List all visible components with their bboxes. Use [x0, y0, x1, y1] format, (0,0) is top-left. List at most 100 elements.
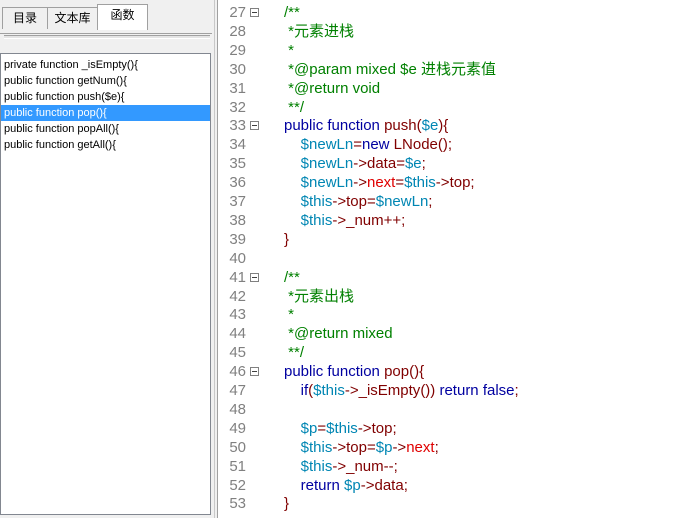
code-line[interactable]: 46 public function pop(){ — [218, 362, 696, 381]
function-list-item[interactable]: public function popAll(){ — [1, 121, 210, 137]
tab-directory[interactable]: 目录 — [2, 7, 48, 29]
code-line[interactable]: 47 if($this->_isEmpty()) return false; — [218, 381, 696, 400]
code-line[interactable]: 34 $newLn=new LNode(); — [218, 135, 696, 154]
code-text: *@return mixed — [284, 324, 392, 343]
code-line[interactable]: 27 /** — [218, 3, 696, 22]
code-text: $newLn->next=$this->top; — [284, 173, 475, 192]
panel-separator — [4, 35, 210, 39]
code-token: ++; — [383, 211, 406, 229]
fold-minus-icon[interactable] — [250, 8, 259, 17]
code-token: $newLn — [300, 174, 354, 192]
code-line[interactable]: 41 /** — [218, 268, 696, 287]
code-line[interactable]: 39} — [218, 230, 696, 249]
line-number: 51 — [229, 457, 246, 475]
code-token: ; — [392, 419, 397, 437]
code-line[interactable]: 29 * — [218, 41, 696, 60]
code-line[interactable]: 32 **/ — [218, 98, 696, 117]
code-text: return $p->data; — [284, 476, 408, 495]
code-line[interactable]: 44 *@return mixed — [218, 324, 696, 343]
code-text: } — [284, 494, 289, 513]
code-text: /** — [284, 268, 300, 287]
code-token: (){ — [409, 363, 425, 381]
line-number: 42 — [229, 287, 246, 305]
code-line[interactable]: 50 $this->top=$p->next; — [218, 438, 696, 457]
code-line[interactable]: 35 $newLn->data=$e; — [218, 154, 696, 173]
fold-minus-icon[interactable] — [250, 121, 259, 131]
code-line[interactable]: 38 $this->_num++; — [218, 211, 696, 230]
code-text: $p=$this->top; — [284, 419, 397, 438]
function-list-item[interactable]: private function _isEmpty(){ — [1, 57, 210, 73]
code-token: ; — [421, 155, 426, 173]
fold-minus-icon[interactable] — [250, 272, 259, 282]
line-number: 30 — [229, 60, 246, 78]
code-token: next — [366, 174, 396, 192]
code-token: $newLn — [375, 193, 429, 210]
code-token: *元素进栈 — [288, 22, 355, 40]
code-text: $newLn->data=$e; — [284, 154, 426, 173]
code-token: -> — [392, 438, 407, 456]
code-text: public function pop(){ — [284, 362, 424, 381]
code-line[interactable]: 37 $this->top=$newLn; — [218, 192, 696, 211]
code-token: new — [361, 136, 394, 154]
code-token: top — [371, 419, 393, 437]
code-line[interactable]: 52 return $p->data; — [218, 476, 696, 495]
function-list-item[interactable]: public function getNum(){ — [1, 73, 210, 89]
code-token: $p — [375, 438, 393, 456]
code-token: public function — [284, 363, 385, 381]
code-token: $this — [300, 457, 333, 475]
line-number: 53 — [229, 495, 246, 513]
tab-text-library[interactable]: 文本库 — [47, 7, 98, 29]
code-editor[interactable]: 27/** 28 *元素进栈 29 * 30 *@param mixed $e 进栈元… — [217, 0, 697, 518]
code-token: $this — [326, 419, 358, 437]
function-list-item[interactable]: public function pop(){ — [1, 105, 210, 121]
code-token: /** — [284, 268, 300, 286]
fold-minus-icon[interactable] — [250, 367, 259, 377]
code-token: ; — [403, 476, 408, 494]
code-line[interactable]: 33 public function push($e){ — [218, 116, 696, 135]
code-line[interactable]: 45 **/ — [218, 343, 696, 362]
code-token: = — [366, 193, 376, 210]
code-token: --; — [383, 457, 398, 475]
code-line[interactable]: 43 * — [218, 305, 696, 324]
code-token: ; — [434, 438, 439, 456]
code-token: = — [396, 155, 405, 173]
code-line[interactable]: 51 $this->_num--; — [218, 457, 696, 476]
side-panel-tabs: 目录 文本库 函数 — [0, 4, 214, 34]
code-token: *@param mixed $e 进栈元素值 — [288, 60, 496, 78]
code-token: push — [384, 117, 417, 135]
code-token: ; — [470, 174, 475, 192]
code-token: -> — [332, 211, 347, 229]
code-line[interactable]: 28 *元素进栈 — [218, 22, 696, 41]
code-line[interactable]: 42 *元素出栈 — [218, 287, 696, 306]
line-number: 31 — [229, 79, 246, 97]
code-line[interactable]: 49 $p=$this->top; — [218, 419, 696, 438]
code-line[interactable]: 48 — [218, 400, 696, 419]
function-list[interactable]: private function _isEmpty(){public funct… — [0, 53, 211, 515]
tab-divider — [0, 33, 212, 34]
code-line[interactable]: 31 *@return void — [218, 79, 696, 98]
function-list-item[interactable]: public function getAll(){ — [1, 137, 210, 153]
code-token: ){ — [438, 117, 449, 135]
code-text: *@return void — [284, 79, 380, 98]
line-number: 32 — [229, 98, 246, 116]
code-line[interactable]: 36 $newLn->next=$this->top; — [218, 173, 696, 192]
code-line[interactable]: 30 *@param mixed $e 进栈元素值 — [218, 60, 696, 79]
line-number: 27 — [229, 4, 246, 21]
code-line[interactable]: 53} — [218, 494, 696, 513]
code-token: return false — [439, 382, 515, 399]
tab-functions[interactable]: 函数 — [97, 4, 148, 30]
function-list-item[interactable]: public function push($e){ — [1, 89, 210, 105]
code-token: data — [374, 476, 404, 494]
code-token: -> — [435, 174, 450, 192]
code-token: ()) — [420, 382, 440, 399]
code-line[interactable]: 40 — [218, 249, 696, 268]
code-token: (); — [437, 136, 453, 154]
line-number: 41 — [229, 268, 246, 286]
code-token: } — [284, 230, 290, 248]
code-token: top — [346, 438, 367, 456]
line-number: 29 — [229, 41, 246, 59]
